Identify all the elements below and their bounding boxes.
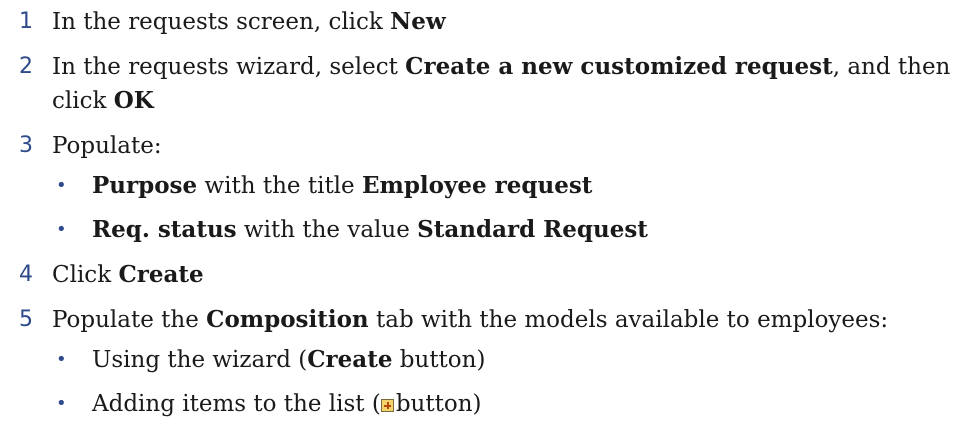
- instruction-text: Click: [52, 262, 119, 288]
- sub-list: • Purpose with the title Employee request…: [52, 169, 968, 247]
- step-4: 4 Click Create: [0, 258, 968, 292]
- ui-term: Purpose: [92, 172, 198, 199]
- sub-item: • Adding items to the list ( button): [52, 387, 968, 421]
- instructions-document: 1 In the requests screen, click New 2 In th…: [0, 0, 968, 417]
- instruction-text: tab with the models available to employe…: [368, 307, 889, 333]
- ui-term: Standard Request: [417, 216, 648, 243]
- step-text: Click Create: [52, 261, 204, 288]
- instruction-text: with the value: [236, 217, 418, 243]
- instruction-text: button): [395, 391, 482, 417]
- ui-term: Employee request: [361, 172, 593, 199]
- instruction-text: In the requests screen, click: [52, 9, 391, 35]
- ui-term: Create: [118, 261, 204, 288]
- step-number: 3: [19, 133, 33, 158]
- ui-term: Composition: [206, 306, 369, 333]
- step-number: 1: [19, 9, 33, 34]
- sub-item: • Purpose with the title Employee request: [52, 169, 968, 203]
- ui-term: New: [390, 8, 446, 35]
- bullet-icon: •: [56, 349, 67, 370]
- step-text: In the requests wizard, select Create a …: [52, 53, 950, 114]
- bullet-icon: •: [56, 175, 67, 196]
- step-number: 4: [19, 262, 33, 287]
- sub-item: • Req. status with the value Standard Req…: [52, 213, 968, 247]
- ui-term: Req. status: [92, 216, 237, 243]
- bullet-icon: •: [56, 393, 67, 414]
- step-3: 3 Populate: • Purpose with the title Employ…: [0, 129, 968, 247]
- instruction-text: Populate the: [52, 307, 207, 333]
- instruction-text: Adding items to the list (: [92, 391, 381, 417]
- sub-item: • Using the wizard (Create button): [52, 343, 968, 377]
- instruction-text: Populate:: [52, 133, 162, 159]
- ui-term: Create: [307, 346, 393, 373]
- step-2: 2 In the requests wizard, select Create a…: [0, 50, 968, 118]
- sub-list: • Using the wizard (Create button) • Adding…: [52, 343, 968, 421]
- instruction-text: with the title: [197, 173, 362, 199]
- step-5: 5 Populate the Composition tab with the m…: [0, 303, 968, 421]
- bullet-icon: •: [56, 219, 67, 240]
- step-1: 1 In the requests screen, click New: [0, 0, 968, 39]
- ui-term: Create a new customized request: [405, 53, 833, 80]
- step-number: 2: [19, 54, 33, 79]
- instruction-text: In the requests wizard, select: [52, 54, 406, 80]
- instruction-text: Using the wizard (: [92, 347, 308, 373]
- step-number: 5: [19, 307, 33, 332]
- steps-list: 1 In the requests screen, click New 2 In th…: [0, 0, 968, 421]
- ui-term: OK: [113, 87, 154, 114]
- step-text: Populate the Composition tab with the mo…: [52, 306, 889, 333]
- instruction-text: button): [392, 347, 486, 373]
- plus-icon: [380, 399, 394, 412]
- step-text: In the requests screen, click New: [52, 8, 446, 35]
- step-text: Populate:: [52, 133, 162, 159]
